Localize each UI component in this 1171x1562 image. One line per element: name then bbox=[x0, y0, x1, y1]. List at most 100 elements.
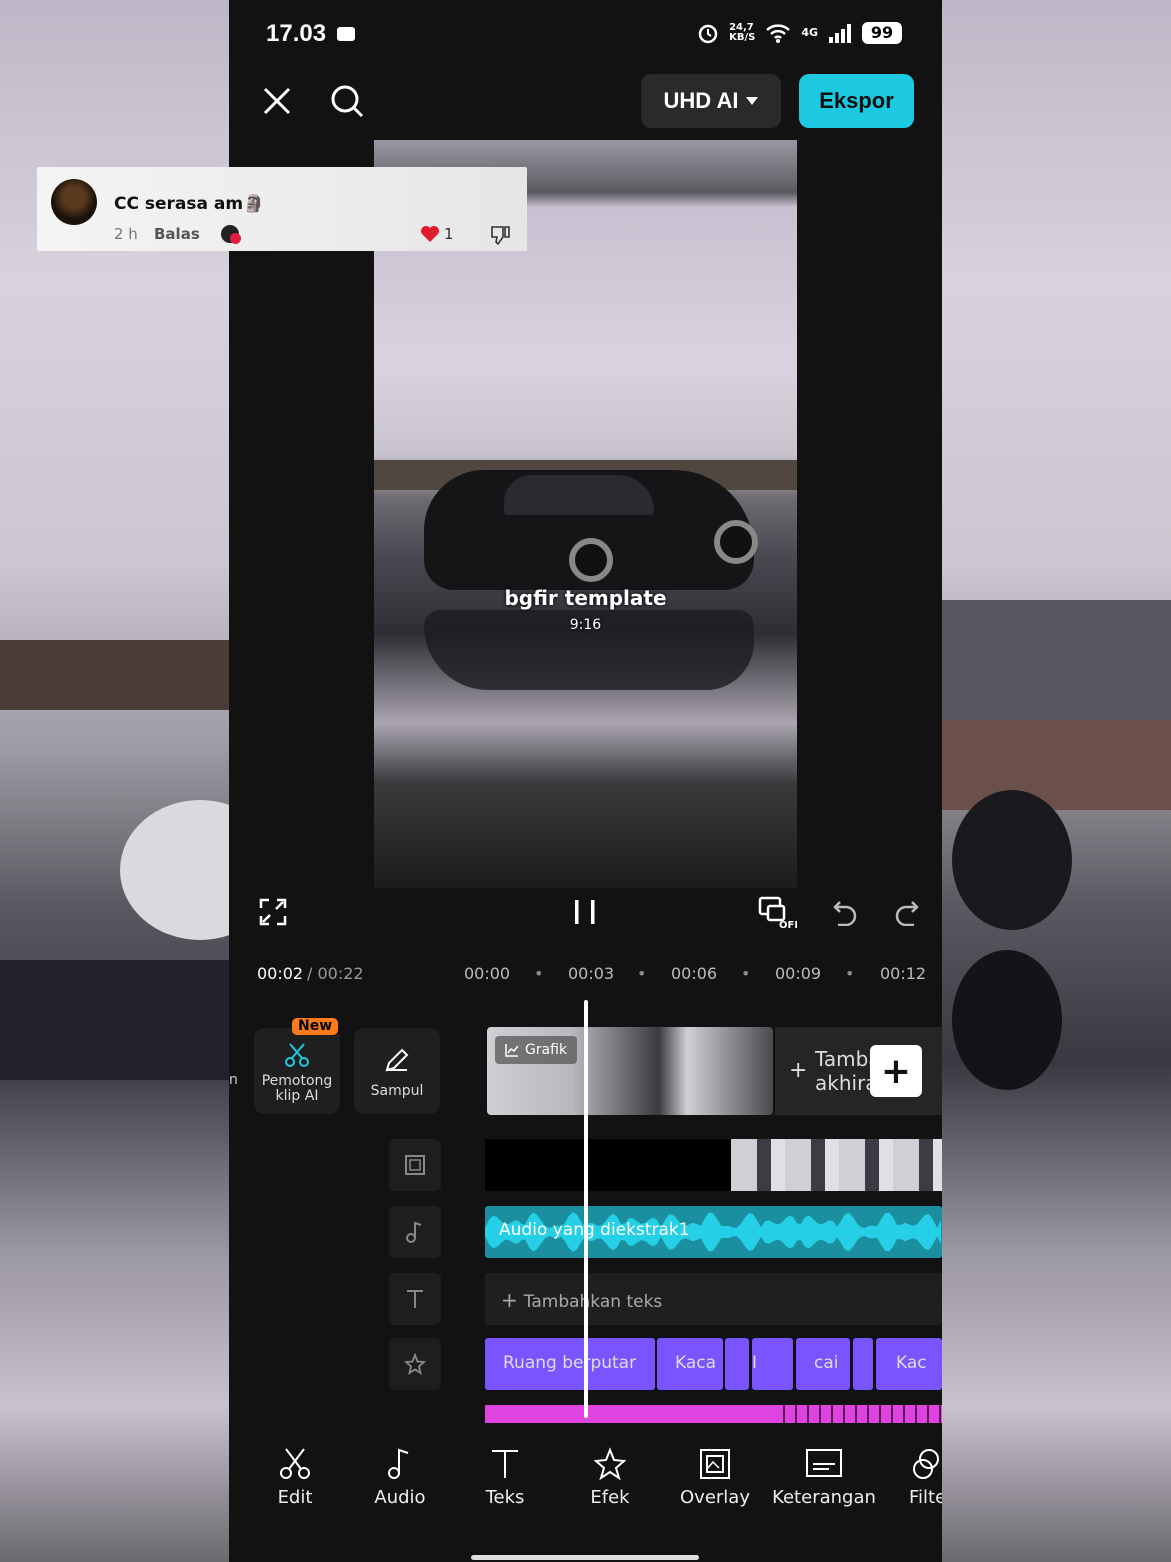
pause-button[interactable] bbox=[563, 890, 607, 934]
comment-card[interactable]: CC serasa am🗿 2 h Balas 1 bbox=[37, 167, 527, 251]
scissors-icon bbox=[280, 1448, 310, 1479]
filter-icon bbox=[913, 1449, 939, 1479]
background-reflection bbox=[0, 960, 229, 1080]
audio-clip[interactable]: Audio yang diekstrak1 bbox=[485, 1206, 942, 1258]
graphic-tag[interactable]: Grafik bbox=[495, 1036, 577, 1064]
nav-effects[interactable]: Efek bbox=[560, 1447, 660, 1508]
background-dock bbox=[942, 720, 1171, 810]
total-time: / 00:22 bbox=[307, 964, 364, 983]
nav-audio[interactable]: Audio bbox=[350, 1447, 450, 1508]
nav-overlay[interactable]: Overlay bbox=[665, 1447, 765, 1508]
close-button[interactable] bbox=[255, 79, 299, 123]
reply-link[interactable]: Balas bbox=[154, 225, 200, 243]
nav-captions[interactable]: Keterangan bbox=[764, 1447, 884, 1508]
home-indicator[interactable] bbox=[471, 1555, 699, 1560]
nav-text-label: Teks bbox=[485, 1487, 525, 1508]
effect-clip[interactable] bbox=[853, 1338, 873, 1390]
star-effect-icon bbox=[404, 1353, 426, 1375]
effect-lane-button[interactable] bbox=[389, 1338, 441, 1390]
thumbs-down-icon bbox=[491, 226, 510, 246]
add-text-label: Tambahkan teks bbox=[523, 1292, 663, 1312]
fullscreen-icon bbox=[259, 898, 287, 926]
redo-icon bbox=[895, 901, 919, 926]
caret-down-icon bbox=[746, 97, 759, 105]
like-button[interactable]: 1 bbox=[420, 225, 454, 243]
like-count: 1 bbox=[444, 225, 454, 243]
alarm-icon bbox=[698, 24, 718, 44]
graph-icon bbox=[505, 1044, 519, 1057]
effect-clip[interactable] bbox=[775, 1338, 793, 1390]
effect-clip-label: cai bbox=[814, 1353, 839, 1373]
nav-edit-label: Edit bbox=[277, 1487, 313, 1508]
background-dock bbox=[0, 640, 229, 710]
redo-button[interactable] bbox=[885, 890, 929, 934]
preview-title: bgfir template bbox=[504, 586, 667, 610]
plus-icon: + bbox=[501, 1288, 518, 1312]
add-text-button[interactable]: + Tambahkan teks bbox=[485, 1273, 942, 1325]
effect-clip[interactable] bbox=[725, 1338, 749, 1390]
ai-scissors-icon bbox=[285, 1043, 309, 1067]
dislike-button[interactable] bbox=[489, 225, 511, 249]
text-icon bbox=[492, 1450, 518, 1478]
wifi-icon bbox=[766, 24, 791, 43]
effect-clip[interactable]: Kac bbox=[876, 1338, 942, 1390]
nav-text[interactable]: Teks bbox=[455, 1447, 555, 1508]
ruler-tick: 00:12 bbox=[880, 964, 927, 983]
pause-icon bbox=[575, 900, 595, 924]
effect-clip-label: Ruang berputar bbox=[503, 1353, 637, 1373]
current-time: 00:02 bbox=[257, 964, 304, 983]
ai-clip-cutter-label: Pemotong klip AI bbox=[261, 1073, 333, 1104]
screen: 17.03 24,7 KB/S 4G 99 UHD AI Ekspor bgfi… bbox=[0, 0, 1171, 1562]
effect-clip[interactable]: Kaca bbox=[657, 1338, 723, 1390]
nav-edit[interactable]: Edit bbox=[245, 1447, 345, 1508]
nav-effects-label: Efek bbox=[590, 1487, 630, 1508]
playback-controls: OFF bbox=[229, 888, 942, 938]
add-clip-button[interactable]: + bbox=[870, 1045, 922, 1097]
filter-clip-segments bbox=[773, 1405, 942, 1423]
overlay-lane-button[interactable] bbox=[389, 1139, 441, 1191]
ruler-tick: 00:06 bbox=[671, 964, 718, 983]
background-building bbox=[942, 600, 1171, 720]
timeline-ruler[interactable]: 00:02 / 00:22 00:00 • 00:03 • 00:06 • 00… bbox=[229, 956, 942, 992]
preview-car-wheel bbox=[569, 538, 613, 582]
text-icon bbox=[407, 1290, 423, 1308]
ruler-dot: • bbox=[741, 964, 751, 983]
quality-label: UHD AI bbox=[663, 88, 739, 113]
ai-clip-cutter-button[interactable]: New Pemotong klip AI bbox=[254, 1018, 340, 1114]
effect-clip-label: Kaca bbox=[675, 1353, 717, 1373]
proxy-off-icon: OFF bbox=[758, 896, 797, 930]
quality-dropdown[interactable]: UHD AI bbox=[641, 74, 781, 128]
avatar[interactable] bbox=[51, 179, 97, 225]
video-preview[interactable]: bgfir template 9:16 bbox=[374, 140, 797, 888]
effect-clip[interactable]: Ruang berputar bbox=[485, 1338, 655, 1390]
text-lane-button[interactable] bbox=[389, 1273, 441, 1325]
status-time: 17.03 bbox=[266, 20, 327, 47]
audio-lane-button[interactable] bbox=[389, 1206, 441, 1258]
fullscreen-button[interactable] bbox=[251, 890, 295, 934]
background-car-reflection bbox=[952, 950, 1062, 1090]
preview-car-window bbox=[504, 475, 654, 515]
overlay-icon bbox=[405, 1155, 425, 1175]
creator-avatar-icon bbox=[221, 225, 241, 244]
playhead[interactable] bbox=[584, 1000, 588, 1418]
network-speed: 24,7 KB/S bbox=[729, 22, 756, 43]
background-right bbox=[942, 0, 1171, 1562]
nav-filter[interactable]: Filte bbox=[889, 1447, 942, 1508]
proxy-toggle[interactable]: OFF bbox=[755, 890, 799, 934]
comment-age: 2 h bbox=[114, 225, 138, 243]
cover-button[interactable]: Sampul bbox=[354, 1028, 440, 1114]
nav-audio-label: Audio bbox=[374, 1487, 426, 1508]
battery-level: 99 bbox=[862, 22, 902, 44]
effect-clip-label: Kac bbox=[896, 1353, 927, 1373]
effect-clip[interactable]: cai bbox=[814, 1338, 850, 1390]
search-button[interactable] bbox=[325, 79, 369, 123]
overlay-icon bbox=[700, 1449, 730, 1479]
nav-filter-label: Filte bbox=[909, 1487, 942, 1508]
export-button[interactable]: Ekspor bbox=[799, 74, 914, 128]
overlay-clip-black[interactable] bbox=[485, 1139, 731, 1191]
undo-button[interactable] bbox=[823, 890, 867, 934]
cover-label: Sampul bbox=[370, 1083, 424, 1099]
undo-icon bbox=[833, 901, 857, 926]
overlay-clip-images[interactable] bbox=[731, 1139, 942, 1191]
nav-overlay-label: Overlay bbox=[680, 1487, 750, 1508]
